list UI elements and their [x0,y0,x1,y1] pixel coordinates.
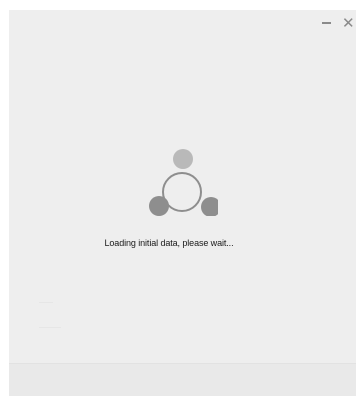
divider [39,302,53,303]
loading-message: Loading initial data, please wait... [104,238,234,248]
spinner-dot-left [149,196,169,216]
spinner-dot-top [173,149,193,169]
divider [39,327,61,328]
footer-bar [9,363,356,396]
minimize-button[interactable] [314,12,338,34]
close-icon: ✕ [342,13,355,32]
close-button[interactable]: ✕ [342,12,356,34]
window-controls: ✕ [314,12,356,34]
loading-spinner-icon [149,149,218,216]
minimize-icon [321,22,331,24]
spinner-dot-right [201,197,218,216]
